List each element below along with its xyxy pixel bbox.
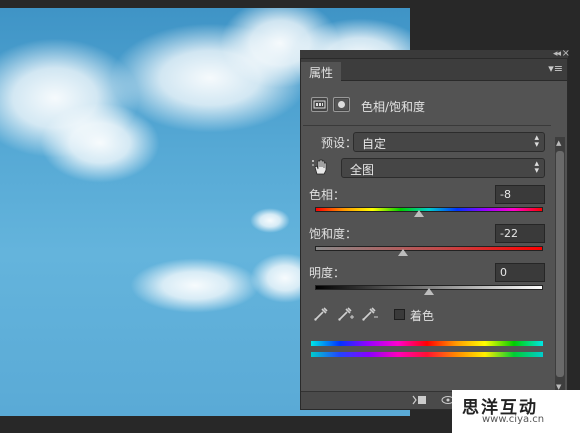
adjustment-layer-icon[interactable]: [311, 97, 328, 112]
saturation-input[interactable]: -22: [495, 224, 545, 243]
eyedropper-minus-icon[interactable]: [361, 306, 379, 325]
scrollbar-thumb[interactable]: [556, 151, 564, 377]
output-color-ramp: [311, 352, 543, 357]
channel-dropdown[interactable]: 全图 ▴ ▾: [341, 158, 545, 178]
eyedropper-plus-icon[interactable]: [337, 306, 355, 325]
watermark-logo: 思洋互动 www.ciya.cn: [452, 390, 580, 433]
colorize-label: 着色: [410, 309, 435, 323]
saturation-label: 饱和度：: [309, 227, 358, 241]
cloud-shape: [130, 258, 260, 313]
cloud-shape: [250, 208, 290, 233]
channel-value: 全图: [350, 163, 375, 177]
hue-label: 色相：: [309, 188, 346, 202]
eyedropper-icon[interactable]: [313, 306, 329, 325]
layer-mask-icon[interactable]: [333, 97, 350, 112]
preset-value: 自定: [362, 137, 387, 151]
panel-tab-row: 属性 ▾≡: [301, 59, 567, 82]
preset-dropdown[interactable]: 自定 ▴ ▾: [353, 132, 545, 152]
lightness-label: 明度：: [309, 266, 346, 280]
watermark-url: www.ciya.cn: [482, 414, 545, 425]
preset-label: 预设：: [321, 136, 358, 150]
scroll-up-icon[interactable]: ▲: [556, 139, 561, 147]
lightness-slider-thumb[interactable]: [424, 288, 434, 295]
clip-to-layer-icon[interactable]: [411, 394, 427, 409]
adjustment-header: 色相/饱和度: [309, 95, 549, 117]
adjustment-title: 色相/饱和度: [361, 100, 426, 114]
properties-panel: 属性 ▾≡ 色相/饱和度 预设： 自定 ▴ ▾ 全图 ▴ ▾ 色相： -8 饱和度：…: [300, 58, 568, 410]
adjustment-controls: 预设： 自定 ▴▾ 全图 ▴▾ 色相： -8 饱和度： -22 明度： 0: [303, 125, 551, 407]
hue-input[interactable]: -8: [495, 185, 545, 204]
input-color-ramp: [311, 341, 543, 346]
lightness-input[interactable]: 0: [495, 263, 545, 282]
tab-properties[interactable]: 属性: [301, 62, 342, 82]
hue-slider-thumb[interactable]: [414, 210, 424, 217]
panel-scrollbar[interactable]: ▲ ▼: [555, 137, 565, 393]
saturation-bar: [315, 246, 543, 251]
hue-spectrum-bar: [315, 207, 543, 212]
chevron-updown-icon: ▴ ▾: [534, 133, 539, 150]
colorize-checkbox[interactable]: [394, 309, 405, 320]
saturation-slider-thumb[interactable]: [398, 249, 408, 256]
targeted-adjustment-hand-icon[interactable]: [311, 158, 331, 179]
panel-menu-button[interactable]: ▾≡: [548, 62, 563, 75]
chevron-updown-icon: ▴ ▾: [534, 159, 539, 176]
